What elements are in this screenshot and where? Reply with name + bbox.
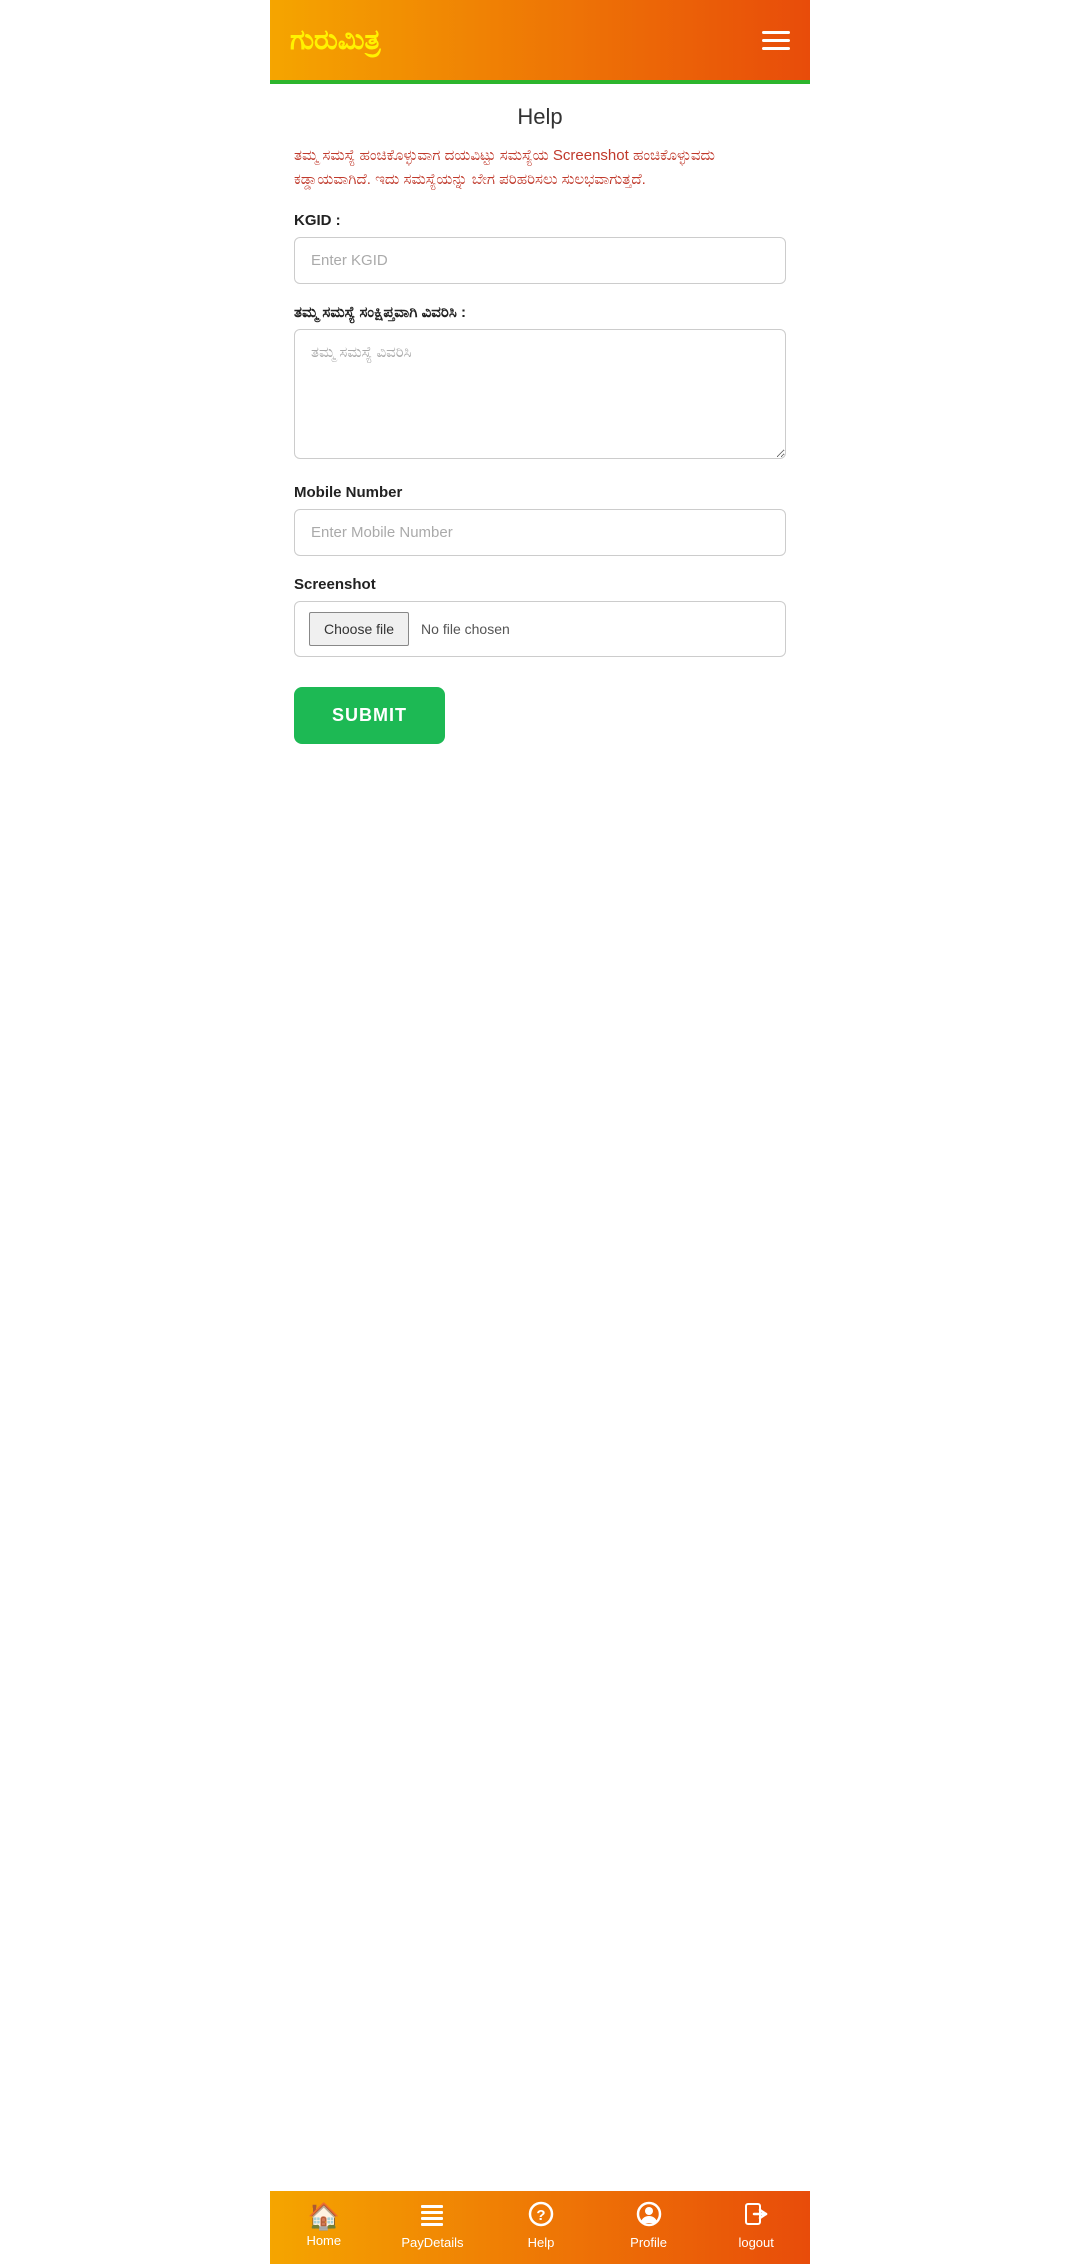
nav-label-help: Help <box>528 2235 555 2250</box>
problem-label: ತಮ್ಮ ಸಮಸ್ಯೆ ಸಂಕ್ಷಿಪ್ತವಾಗಿ ವಿವರಿಸಿ : <box>294 304 786 321</box>
kgid-field-group: KGID : <box>294 212 786 284</box>
nav-label-paydetails: PayDetails <box>401 2235 463 2250</box>
main-content: Help ತಮ್ಮ ಸಮಸ್ಯೆ ಹಂಚಿಕೊಳ್ಳುವಾಗ ದಯವಿಟ್ಟು … <box>270 84 810 2264</box>
app-header: ಗುರುಮಿತ್ರ <box>270 0 810 80</box>
info-text: ತಮ್ಮ ಸಮಸ್ಯೆ ಹಂಚಿಕೊಳ್ಳುವಾಗ ದಯವಿಟ್ಟು ಸಮಸ್ಯ… <box>294 144 786 192</box>
kgid-input[interactable] <box>294 237 786 284</box>
page-title: Help <box>294 104 786 130</box>
nav-label-logout: logout <box>738 2235 773 2250</box>
nav-label-home: Home <box>306 2233 341 2248</box>
mobile-input[interactable] <box>294 509 786 556</box>
profile-icon <box>636 2201 662 2231</box>
no-file-text: No file chosen <box>421 621 510 637</box>
help-icon: ? <box>528 2201 554 2231</box>
svg-text:?: ? <box>536 2207 545 2224</box>
nav-label-profile: Profile <box>630 2235 667 2250</box>
app-logo: ಗುರುಮಿತ್ರ <box>290 24 381 57</box>
bottom-nav: 🏠 Home PayDetails ? Help <box>270 2191 810 2264</box>
submit-button[interactable]: SUBMIT <box>294 687 445 744</box>
nav-item-profile[interactable]: Profile <box>619 2201 679 2250</box>
nav-item-home[interactable]: 🏠 Home <box>294 2203 354 2248</box>
mobile-label: Mobile Number <box>294 484 786 501</box>
logout-icon <box>743 2201 769 2231</box>
hamburger-menu-button[interactable] <box>762 31 790 50</box>
problem-field-group: ತಮ್ಮ ಸಮಸ್ಯೆ ಸಂಕ್ಷಿಪ್ತವಾಗಿ ವಿವರಿಸಿ : <box>294 304 786 464</box>
paydetails-icon <box>419 2201 445 2231</box>
home-icon: 🏠 <box>308 2203 340 2229</box>
nav-item-logout[interactable]: logout <box>726 2201 786 2250</box>
kgid-label: KGID : <box>294 212 786 229</box>
file-input-wrapper: Choose file No file chosen <box>294 601 786 657</box>
problem-textarea[interactable] <box>294 329 786 459</box>
mobile-field-group: Mobile Number <box>294 484 786 556</box>
screenshot-label: Screenshot <box>294 576 786 593</box>
nav-item-paydetails[interactable]: PayDetails <box>401 2201 463 2250</box>
choose-file-button[interactable]: Choose file <box>309 612 409 646</box>
nav-item-help[interactable]: ? Help <box>511 2201 571 2250</box>
screenshot-field-group: Screenshot Choose file No file chosen <box>294 576 786 657</box>
